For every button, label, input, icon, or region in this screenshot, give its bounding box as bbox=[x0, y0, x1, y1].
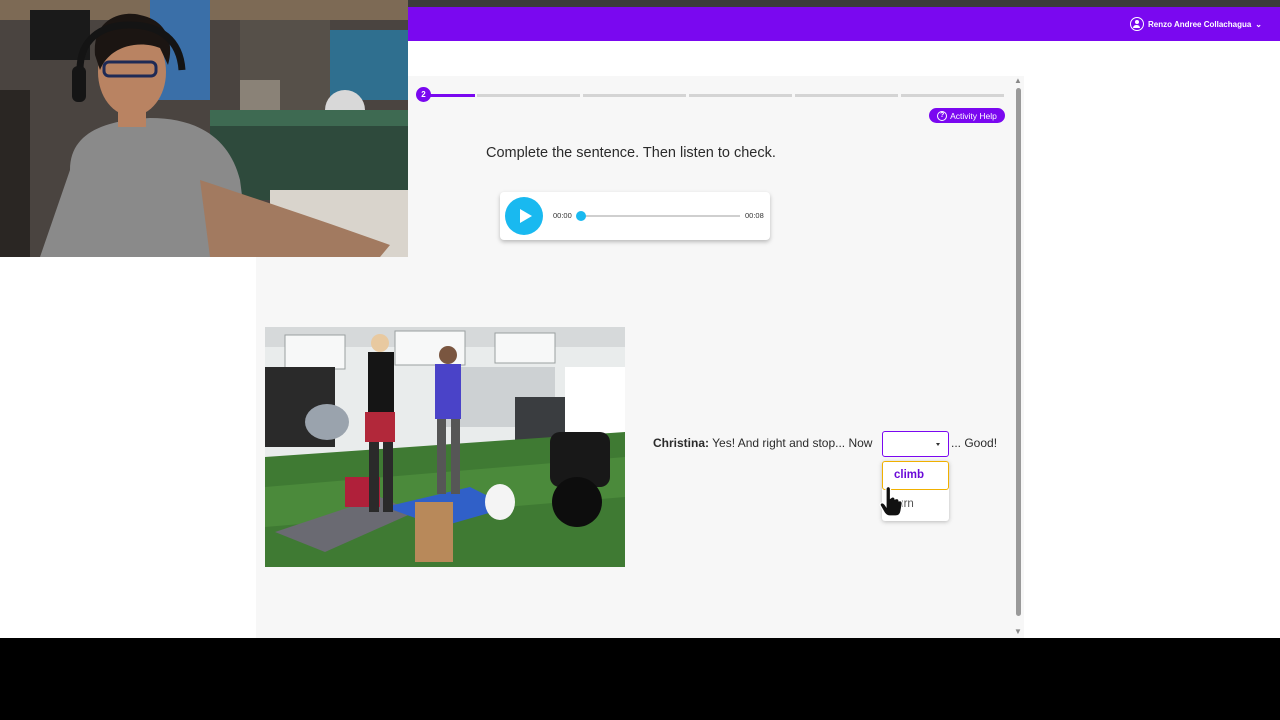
scroll-down-icon[interactable]: ▼ bbox=[1014, 627, 1022, 636]
audio-player: 00:00 00:08 bbox=[500, 192, 770, 240]
audio-seek-handle[interactable] bbox=[576, 211, 586, 221]
user-avatar-icon bbox=[1130, 17, 1145, 31]
bottom-black-bar bbox=[0, 638, 1280, 720]
screen: Renzo Andree Collachagua ⌄ 2 ? Activity … bbox=[0, 0, 1280, 720]
activity-help-button[interactable]: ? Activity Help bbox=[929, 108, 1005, 123]
activity-help-label: Activity Help bbox=[950, 110, 997, 121]
instruction-text: Complete the sentence. Then listen to ch… bbox=[486, 145, 776, 161]
scroll-thumb[interactable] bbox=[1016, 88, 1021, 616]
panel-scrollbar[interactable]: ▲ ▼ bbox=[1013, 76, 1024, 638]
webcam-overlay bbox=[0, 0, 408, 257]
progress-step-4 bbox=[689, 94, 792, 97]
progress-step-3 bbox=[583, 94, 686, 97]
hand-cursor-icon bbox=[879, 485, 903, 517]
progress-step-2 bbox=[477, 94, 580, 97]
chevron-down-icon: ⌄ bbox=[1255, 19, 1262, 29]
audio-total-time: 00:08 bbox=[745, 211, 764, 220]
current-step-badge: 2 bbox=[416, 87, 431, 102]
user-name: Renzo Andree Collachagua bbox=[1148, 19, 1252, 29]
speaker-name: Christina: bbox=[653, 436, 710, 450]
audio-current-time: 00:00 bbox=[553, 211, 572, 220]
sentence-line: Christina: Yes! And right and stop... No… bbox=[653, 436, 872, 450]
answer-select[interactable] bbox=[882, 431, 949, 457]
caret-down-icon bbox=[936, 443, 940, 446]
activity-photo bbox=[265, 327, 625, 567]
audio-seek-track[interactable] bbox=[580, 215, 740, 217]
help-icon: ? bbox=[937, 110, 948, 121]
progress-step-6 bbox=[901, 94, 1004, 97]
sentence-text-after: ... Good! bbox=[951, 436, 998, 450]
user-menu[interactable]: Renzo Andree Collachagua ⌄ bbox=[1130, 16, 1262, 32]
scroll-up-icon[interactable]: ▲ bbox=[1014, 76, 1022, 85]
sentence-text-before: Yes! And right and stop... Now bbox=[712, 436, 873, 450]
progress-steps: 2 bbox=[416, 87, 1006, 103]
play-icon[interactable] bbox=[505, 197, 543, 235]
progress-step-5 bbox=[795, 94, 898, 97]
